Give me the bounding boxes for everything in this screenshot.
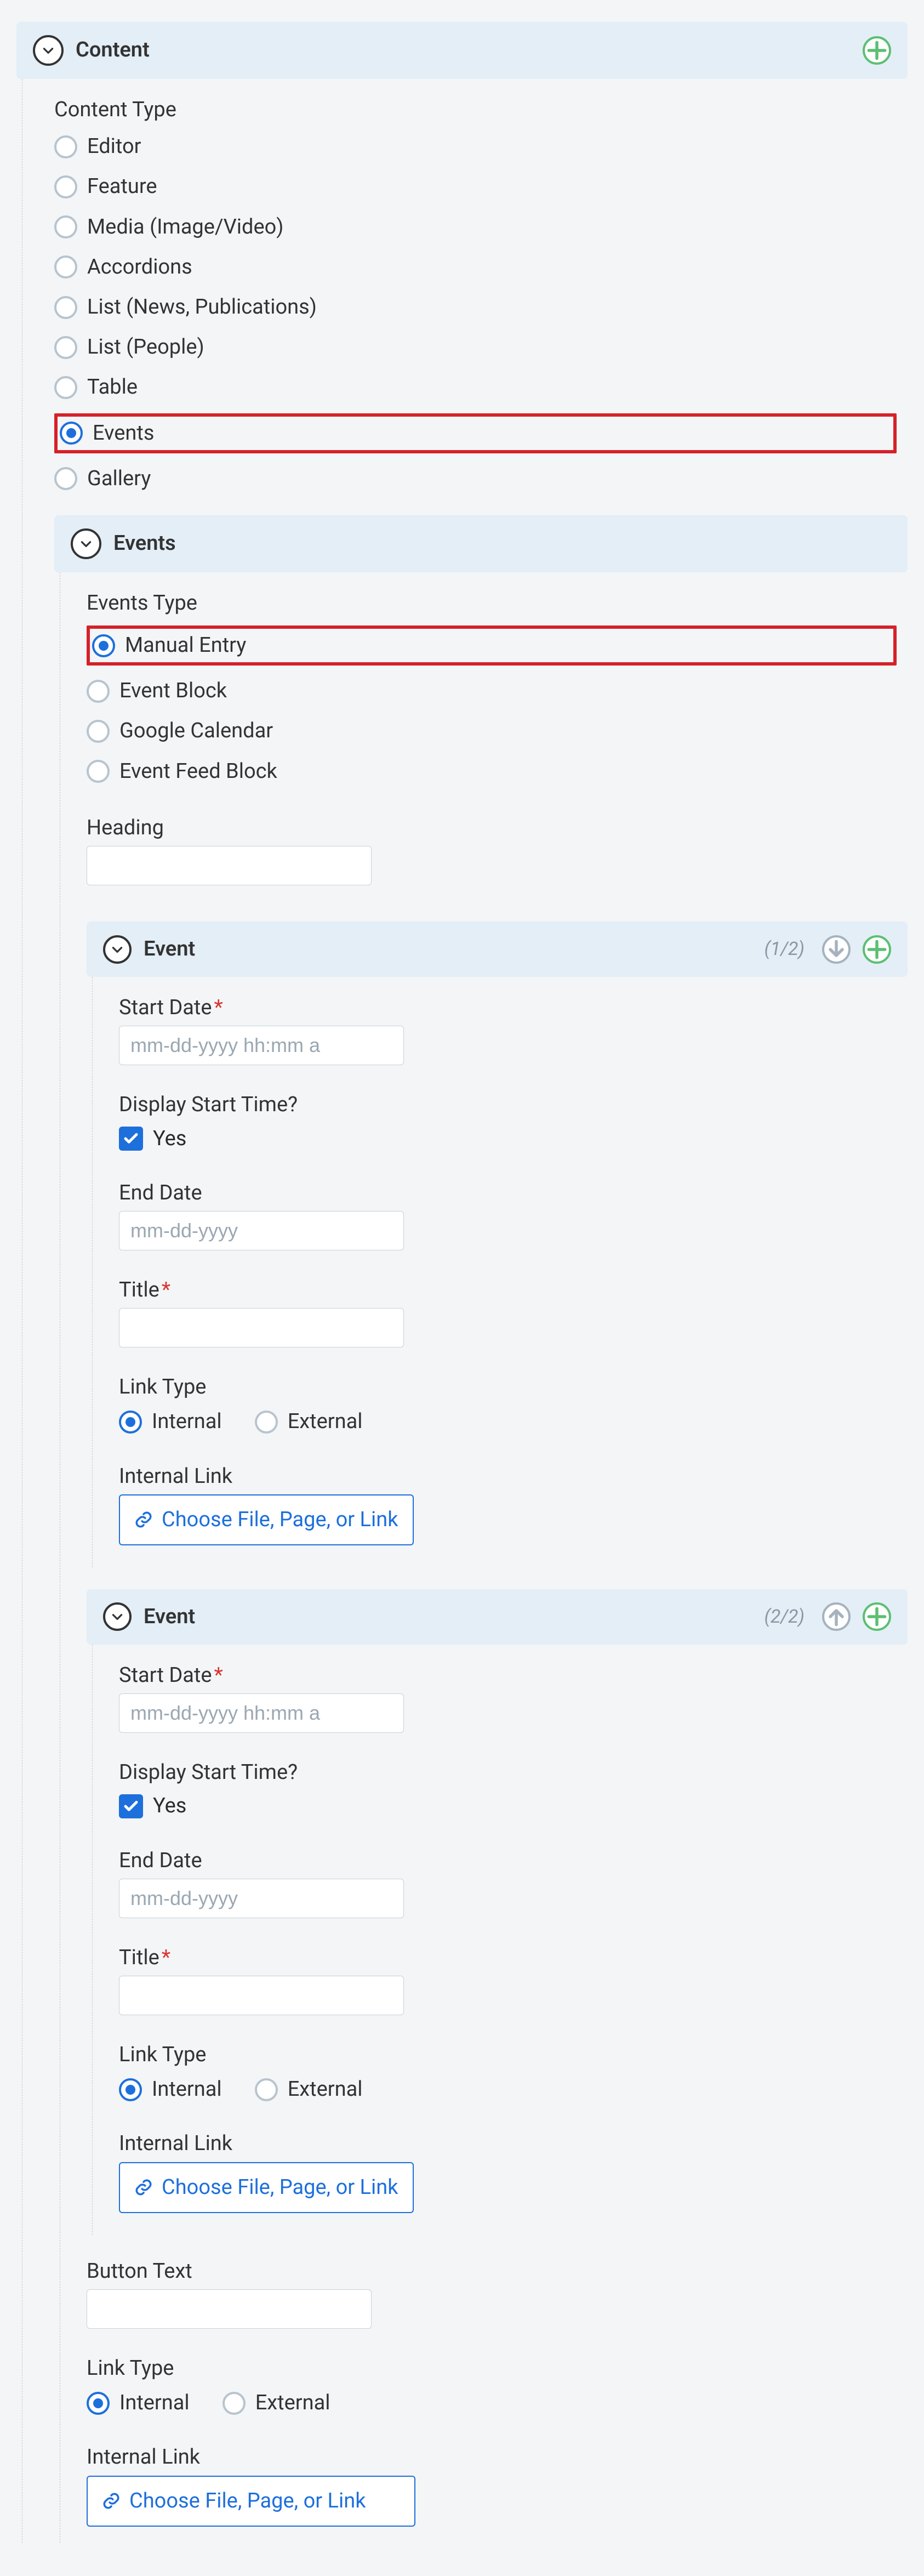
events-link-type-external[interactable]: External [223, 2389, 330, 2418]
content-type-option-media[interactable]: Media (Image/Video) [54, 213, 897, 242]
events-type-label: Events Type [87, 589, 897, 618]
link-type-external[interactable]: External [255, 2075, 363, 2104]
start-date-input[interactable] [119, 1026, 404, 1065]
content-type-option-feature[interactable]: Feature [54, 172, 897, 201]
plus-icon[interactable] [863, 935, 891, 964]
event-2-panel-header[interactable]: Event (2/2) [87, 1589, 908, 1645]
event-1-title: Event [144, 935, 195, 964]
title-label: Title* [119, 1276, 897, 1305]
link-type-external[interactable]: External [255, 1407, 363, 1436]
chevron-down-icon[interactable] [103, 935, 132, 964]
button-text-input[interactable] [87, 2289, 372, 2329]
events-type-option-feedblock[interactable]: Event Feed Block [87, 757, 897, 786]
heading-input[interactable] [87, 846, 372, 885]
chevron-down-icon[interactable] [103, 1602, 132, 1631]
internal-link-label: Internal Link [119, 2129, 897, 2158]
choose-link-button[interactable]: Choose File, Page, or Link [119, 1494, 414, 1545]
end-date-label: End Date [119, 1179, 897, 1208]
checkbox-checked-icon [119, 1127, 143, 1151]
event-1-panel-header[interactable]: Event (1/2) [87, 922, 908, 977]
content-type-label: Content Type [54, 95, 897, 124]
content-type-option-list-news[interactable]: List (News, Publications) [54, 293, 897, 322]
link-icon [134, 2178, 153, 2197]
checkbox-checked-icon [119, 1794, 143, 1818]
start-date-input[interactable] [119, 1693, 404, 1733]
start-date-label: Start Date* [119, 1661, 897, 1690]
events-type-option-manual[interactable]: Manual Entry [92, 631, 246, 660]
events-type-option-block[interactable]: Event Block [87, 676, 897, 706]
content-type-option-gallery[interactable]: Gallery [54, 464, 897, 493]
plus-icon[interactable] [863, 36, 891, 65]
button-text-label: Button Text [87, 2257, 897, 2286]
link-type-internal[interactable]: Internal [119, 1407, 222, 1436]
arrow-up-icon[interactable] [822, 1602, 851, 1631]
link-type-label: Link Type [119, 1373, 897, 1402]
events-panel-header[interactable]: Events [54, 515, 908, 572]
event-2-counter: (2/2) [765, 1604, 805, 1630]
chevron-down-icon[interactable] [33, 35, 64, 66]
events-type-option-gcal[interactable]: Google Calendar [87, 716, 897, 746]
content-type-option-events[interactable]: Events [60, 419, 154, 448]
events-internal-link-label: Internal Link [87, 2443, 897, 2472]
event-2-title: Event [144, 1602, 195, 1631]
display-start-time-checkbox[interactable]: Yes [119, 1792, 897, 1821]
end-date-label: End Date [119, 1846, 897, 1875]
events-type-option-manual-highlight: Manual Entry [87, 625, 897, 666]
link-type-label: Link Type [119, 2040, 897, 2069]
choose-link-button[interactable]: Choose File, Page, or Link [119, 2162, 414, 2213]
title-label: Title* [119, 1943, 897, 1972]
internal-link-label: Internal Link [119, 1462, 897, 1491]
content-type-option-table[interactable]: Table [54, 373, 897, 402]
content-type-option-accordions[interactable]: Accordions [54, 253, 897, 282]
heading-label: Heading [87, 814, 897, 843]
events-link-type-label: Link Type [87, 2354, 897, 2383]
link-type-internal[interactable]: Internal [119, 2075, 222, 2104]
start-date-label: Start Date* [119, 993, 897, 1022]
arrow-down-icon[interactable] [822, 935, 851, 964]
end-date-input[interactable] [119, 1879, 404, 1918]
content-type-option-list-people[interactable]: List (People) [54, 333, 897, 362]
content-type-option-editor[interactable]: Editor [54, 132, 897, 161]
events-choose-link-button[interactable]: Choose File, Page, or Link [87, 2476, 415, 2527]
event-1-counter: (1/2) [765, 936, 805, 963]
events-link-type-internal[interactable]: Internal [87, 2389, 190, 2418]
events-title: Events [113, 529, 176, 558]
content-type-option-events-highlight: Events [54, 413, 897, 453]
display-start-time-label: Display Start Time? [119, 1090, 897, 1119]
end-date-input[interactable] [119, 1211, 404, 1250]
content-panel-header[interactable]: Content [16, 22, 908, 79]
plus-icon[interactable] [863, 1602, 891, 1631]
link-icon [102, 2492, 121, 2510]
yes-label: Yes [153, 1792, 186, 1821]
title-input[interactable] [119, 1976, 404, 2015]
display-start-time-label: Display Start Time? [119, 1758, 897, 1787]
link-icon [134, 1510, 153, 1529]
display-start-time-checkbox[interactable]: Yes [119, 1124, 897, 1153]
chevron-down-icon[interactable] [71, 528, 101, 559]
title-input[interactable] [119, 1308, 404, 1347]
yes-label: Yes [153, 1124, 186, 1153]
content-title: Content [76, 36, 150, 65]
